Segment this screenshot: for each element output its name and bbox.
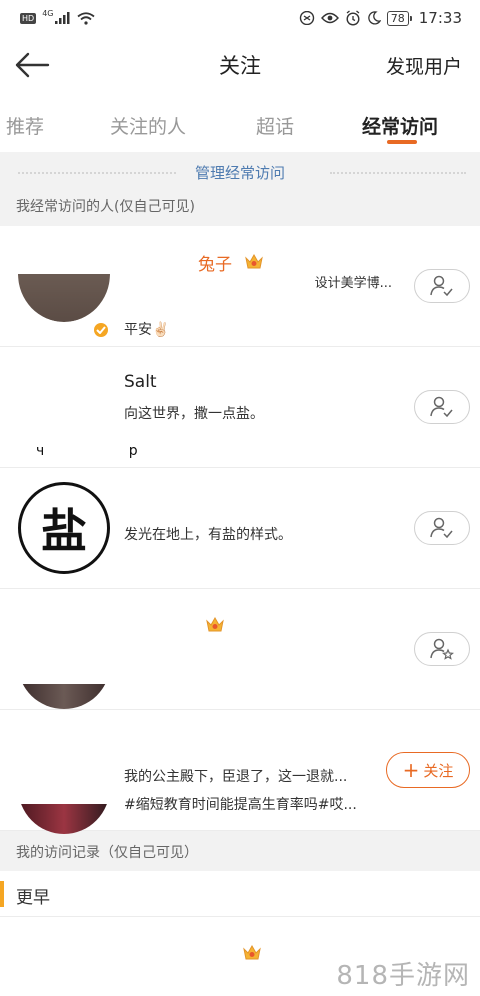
list-item[interactable] — [0, 589, 480, 710]
back-button[interactable] — [14, 48, 58, 82]
avatar[interactable]: 盐 — [18, 482, 110, 574]
eye-comfort-icon — [299, 11, 315, 25]
manage-frequent-link[interactable]: 管理经常访问 — [195, 162, 285, 183]
divider-dots-left — [18, 172, 176, 174]
crown-badge-icon — [243, 944, 261, 960]
watermark: 818手游网 — [336, 961, 470, 991]
follow-button-label: 关注 — [423, 761, 454, 780]
list-item[interactable]: ч р Salt 向这世界，撒一点盐。 — [0, 347, 480, 468]
avatar[interactable] — [18, 684, 110, 709]
crown-badge-icon — [245, 253, 263, 269]
user-name[interactable]: Salt — [124, 372, 157, 392]
user-topic: #缩短教育时间能提高生育率吗#哎... — [124, 797, 357, 813]
tab-super-topics[interactable]: 超话 — [256, 112, 294, 139]
list-item[interactable]: 盐 发光在地上，有盐的样式。 — [0, 468, 480, 589]
history-group-label: 更早 — [16, 888, 50, 908]
user-subtitle: 设计美学博... — [314, 276, 392, 291]
user-star-icon — [430, 638, 454, 660]
avatar[interactable] — [18, 804, 110, 834]
following-button[interactable] — [414, 390, 470, 424]
list-item[interactable]: 我的公主殿下，臣退了，这一退就... #缩短教育时间能提高生育率吗#哎... +… — [0, 710, 480, 834]
user-description: 平安✌🏻 — [124, 322, 170, 338]
avatar[interactable] — [18, 361, 110, 453]
crown-badge-icon — [206, 616, 224, 632]
network-label: 4G — [42, 8, 54, 18]
tab-recommended[interactable]: 推荐 — [6, 112, 44, 139]
frequent-section-label: 我经常访问的人(仅自己可见) — [16, 199, 195, 215]
avatar[interactable] — [18, 274, 110, 322]
user-description: 发光在地上，有盐的样式。 — [124, 527, 292, 543]
group-marker — [0, 881, 4, 907]
battery-level: 78 — [390, 11, 405, 25]
verified-badge-icon — [92, 321, 110, 339]
user-description: 我的公主殿下，臣退了，这一退就... — [124, 769, 348, 785]
avatar-character: 盐 — [41, 504, 87, 558]
frequent-header: 管理经常访问 我经常访问的人(仅自己可见) — [0, 152, 480, 226]
discover-users-button[interactable]: 发现用户 — [386, 52, 462, 79]
alarm-icon — [345, 10, 361, 26]
active-tab-indicator — [387, 140, 417, 144]
user-description: 向这世界，撒一点盐。 — [124, 406, 264, 422]
user-name[interactable]: 兔子 — [198, 250, 232, 275]
eye-icon — [320, 12, 339, 24]
follow-button[interactable]: + 关注 — [386, 752, 470, 788]
plus-icon: + — [402, 758, 420, 782]
divider-dots-right — [330, 172, 466, 174]
battery-icon: 78 — [386, 10, 412, 26]
following-button[interactable] — [414, 269, 470, 303]
manage-row: 管理经常访问 — [0, 152, 480, 192]
history-section-label: 我的访问记录（仅自己可见） — [0, 831, 480, 871]
navigation-bar: 关注 发现用户 — [0, 36, 480, 94]
special-follow-button[interactable] — [414, 632, 470, 666]
tab-frequently-visited[interactable]: 经常访问 — [362, 112, 438, 139]
moon-icon — [367, 11, 381, 25]
list-item[interactable]: 兔子 设计美学博... 平安✌🏻 — [0, 226, 480, 347]
signal-icon — [55, 12, 71, 24]
wifi-icon — [77, 11, 96, 25]
history-group-header: 更早 — [0, 871, 480, 917]
back-arrow-icon — [15, 52, 50, 78]
status-right: 78 17:33 — [299, 9, 462, 27]
avatar-marks: ч р — [36, 443, 178, 459]
user-check-icon — [430, 275, 453, 297]
user-check-icon — [430, 517, 453, 539]
clock: 17:33 — [418, 9, 462, 27]
tab-following-people[interactable]: 关注的人 — [110, 112, 186, 139]
hd-badge: HD — [20, 12, 37, 24]
status-left: HD 4G — [20, 8, 96, 25]
tab-bar: 推荐 关注的人 超话 经常访问 — [0, 94, 480, 152]
status-bar: HD 4G 78 17:33 — [0, 0, 480, 36]
user-check-icon — [430, 396, 453, 418]
following-button[interactable] — [414, 511, 470, 545]
